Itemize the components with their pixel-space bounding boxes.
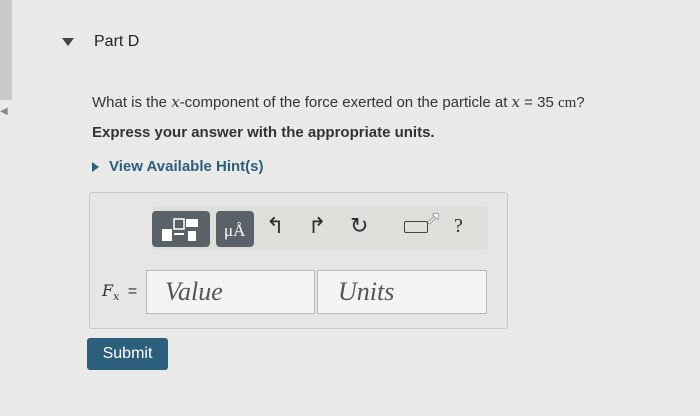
hint-label: View Available Hint(s) (109, 158, 264, 175)
mouse-cursor-icon: ➚ (426, 208, 442, 228)
units-input[interactable]: Units (317, 270, 487, 314)
part-title: Part D (94, 33, 140, 50)
submit-button[interactable]: Submit (87, 338, 168, 370)
units-button[interactable]: μÅ (216, 211, 254, 247)
instruction-text: Express your answer with the appropriate… (92, 124, 435, 141)
help-icon[interactable]: ? (454, 215, 463, 238)
part-header[interactable]: Part D (62, 33, 139, 51)
units-glyph: μÅ (224, 221, 246, 240)
left-arrow-icon: ◀ (0, 106, 8, 117)
math-toolbar: μÅ ↰ ↱ ↻ ➚ ? (152, 207, 488, 249)
reset-icon[interactable]: ↻ (350, 215, 368, 237)
expand-caret-icon (92, 161, 99, 172)
collapse-caret-icon[interactable] (62, 38, 74, 46)
variable-label: Fx = (102, 281, 138, 304)
keyboard-icon[interactable] (404, 221, 428, 233)
value-input[interactable]: Value (146, 270, 315, 314)
templates-icon (162, 218, 198, 241)
left-panel-edge (0, 0, 12, 100)
redo-icon[interactable]: ↱ (308, 215, 326, 237)
question-text: What is the x-component of the force exe… (92, 93, 585, 111)
answer-box: μÅ ↰ ↱ ↻ ➚ ? Fx = Value Units (89, 192, 508, 329)
templates-button[interactable] (152, 211, 210, 247)
view-hints-link[interactable]: View Available Hint(s) (92, 158, 264, 175)
undo-icon[interactable]: ↰ (266, 215, 284, 237)
